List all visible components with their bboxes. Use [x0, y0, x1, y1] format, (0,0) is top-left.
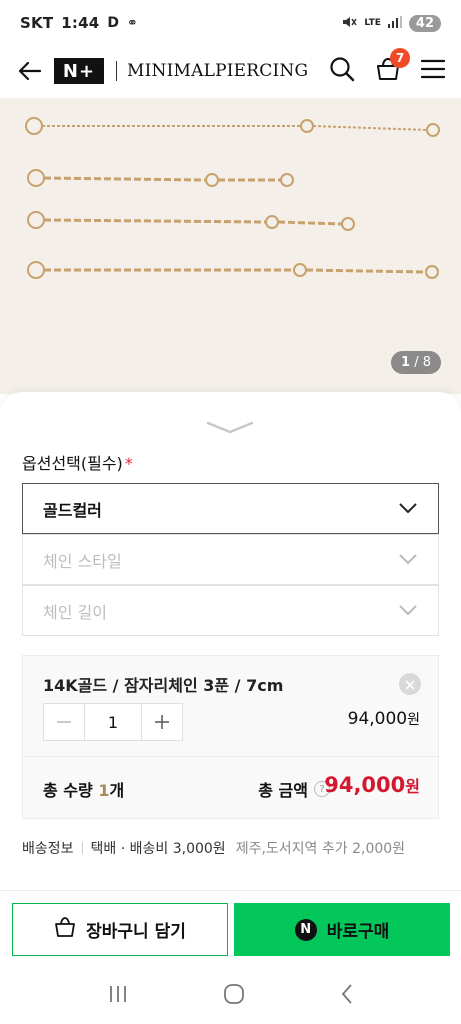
collapse-handle-icon[interactable] — [206, 420, 254, 440]
brand-name[interactable]: MINIMALPIERCING — [127, 61, 308, 81]
option-price-value: 94,000 — [347, 709, 408, 729]
action-bar: 장바구니 담기 N 바로구매 — [0, 890, 461, 968]
remove-option-button[interactable] — [399, 673, 421, 695]
battery-badge: 42 — [408, 14, 441, 32]
image-index: 1 — [401, 355, 411, 370]
app-header: N+ MINIMALPIERCING 7 — [0, 46, 461, 96]
logo-divider — [116, 61, 117, 81]
chevron-down-icon — [398, 601, 418, 620]
clock: 1:44 — [61, 14, 100, 32]
total-amount: 94,000원 — [324, 773, 420, 797]
image-counter: 1 / 8 — [391, 351, 441, 374]
total-amount-label: 총 금액 ? — [258, 777, 330, 801]
quantity-stepper: 1 — [43, 703, 183, 741]
shipping-divider — [81, 842, 83, 854]
shopping-bag-icon — [54, 916, 76, 943]
select-chain-length-label: 체인 길이 — [43, 602, 107, 622]
options-title-text: 옵션선택(필수) — [22, 454, 123, 473]
option-sheet: 옵션선택(필수) * 골드컬러 체인 스타일 체인 길이 14K골드 / 잠자리체… — [0, 392, 461, 897]
option-price: 94,000원 — [348, 709, 420, 729]
signal-icon — [387, 15, 402, 31]
product-page: SKT 1:44 D ⚭ LTE 42 N+ MINIMALPIERCING 7… — [0, 0, 461, 1024]
nav-back-icon[interactable] — [340, 983, 354, 1009]
cart-count-badge: 7 — [390, 48, 410, 68]
system-nav-bar — [0, 968, 461, 1024]
mute-icon — [341, 15, 357, 32]
select-color-label: 골드컬러 — [43, 500, 102, 520]
select-chain-style[interactable]: 체인 스타일 — [22, 534, 439, 585]
cart-icon — [375, 57, 401, 86]
total-qty-value: 1 — [98, 781, 110, 800]
total-qty-label: 총 수량 — [43, 781, 99, 800]
quantity-value[interactable]: 1 — [84, 704, 142, 740]
required-mark: * — [124, 454, 133, 473]
total-amount-value: 94,000 — [324, 773, 406, 797]
lock-icon: ⚭ — [127, 15, 138, 31]
close-icon — [405, 675, 415, 694]
select-color[interactable]: 골드컬러 — [22, 483, 439, 534]
chevron-down-icon — [398, 499, 418, 518]
home-icon[interactable] — [223, 983, 245, 1009]
total-amount-label-text: 총 금액 — [258, 781, 308, 800]
selected-option-name: 14K골드 / 잠자리체인 3푼 / 7cm — [43, 676, 284, 695]
add-to-cart-label: 장바구니 담기 — [86, 922, 186, 942]
image-total: 8 — [422, 355, 431, 370]
npay-icon: N — [294, 918, 317, 941]
chain-photo — [25, 117, 440, 279]
back-arrow-icon[interactable] — [16, 57, 44, 85]
total-quantity: 총 수량 1개 — [43, 777, 124, 801]
menu-icon[interactable] — [420, 59, 446, 83]
d-icon: D — [107, 15, 120, 31]
increase-button[interactable] — [142, 704, 182, 740]
total-amount-currency: 원 — [405, 777, 420, 796]
buy-now-button[interactable]: N 바로구매 — [234, 903, 450, 956]
carrier-label: SKT — [20, 14, 54, 32]
buy-now-label: 바로구매 — [326, 922, 390, 942]
selected-option-box: 14K골드 / 잠자리체인 3푼 / 7cm 1 94,000원 총 수량 1개… — [22, 655, 439, 819]
shipping-info: 배송정보 택배 · 배송비 3,000원 제주,도서지역 추가 2,000원 — [22, 838, 405, 858]
product-image[interactable]: 1 / 8 — [0, 98, 461, 394]
option-price-currency: 원 — [407, 712, 420, 728]
shipping-label: 배송정보 — [22, 841, 74, 857]
option-divider — [23, 756, 438, 757]
search-icon[interactable] — [329, 56, 355, 86]
select-chain-length[interactable]: 체인 길이 — [22, 585, 439, 636]
select-chain-style-label: 체인 스타일 — [43, 551, 122, 571]
decrease-button[interactable] — [44, 704, 84, 740]
logo[interactable]: N+ — [54, 58, 104, 84]
image-separator: / — [410, 355, 423, 370]
status-bar: SKT 1:44 D ⚭ LTE 42 — [0, 0, 461, 46]
plus-icon — [155, 715, 169, 729]
minus-icon — [57, 721, 71, 723]
cart-button[interactable]: 7 — [375, 48, 410, 86]
total-qty-unit: 개 — [109, 781, 125, 800]
network-label: LTE — [364, 18, 381, 28]
shipping-extra: 제주,도서지역 추가 2,000원 — [235, 841, 406, 857]
add-to-cart-button[interactable]: 장바구니 담기 — [12, 903, 228, 956]
recent-apps-icon[interactable] — [108, 985, 128, 1007]
options-title: 옵션선택(필수) * — [22, 450, 133, 474]
shipping-method: 택배 · 배송비 3,000원 — [90, 841, 226, 857]
chevron-down-icon — [398, 550, 418, 569]
